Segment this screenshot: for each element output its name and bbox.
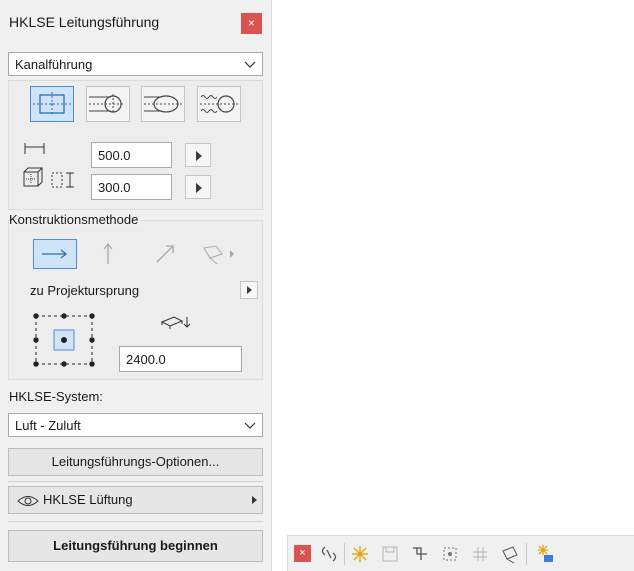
width-field[interactable]: 500.0	[91, 142, 172, 168]
width-options-button[interactable]	[185, 143, 211, 167]
chevron-down-icon	[244, 422, 256, 429]
begin-routing-button[interactable]: Leitungsführung beginnen	[8, 530, 263, 562]
routing-toolbar: ×	[287, 535, 634, 571]
height-field[interactable]: 300.0	[91, 174, 172, 200]
link-icon[interactable]	[319, 544, 339, 564]
close-button[interactable]: ×	[241, 13, 262, 34]
reference-label: zu Projektursprung	[30, 283, 140, 298]
routing-options-button[interactable]: Leitungsführungs-Optionen...	[8, 448, 263, 476]
width-dimension-icon	[24, 143, 45, 154]
elevation-field[interactable]: 2400.0	[119, 346, 242, 372]
eye-icon	[17, 496, 39, 506]
construction-method-heading: Konstruktionsmethode	[9, 212, 142, 227]
routing-mode-value: Kanalführung	[15, 57, 93, 72]
system-value: Luft - Zuluft	[15, 418, 81, 433]
flexible-duct-button[interactable]	[197, 86, 241, 122]
round-duct-icon	[89, 94, 125, 114]
save-icon[interactable]	[380, 544, 400, 564]
layer-label: HKLSE Lüftung	[43, 492, 133, 507]
oval-duct-icon	[144, 95, 182, 113]
horizontal-method-button[interactable]	[33, 239, 77, 269]
arrow-right-icon	[42, 249, 68, 259]
routing-palette: HKLSE Leitungsführung × Kanalführung 500…	[0, 0, 272, 571]
palette-title: HKLSE Leitungsführung	[9, 14, 160, 30]
magic-wand-icon[interactable]	[350, 544, 370, 564]
rectangular-duct-icon	[33, 92, 71, 116]
flexible-duct-icon	[200, 95, 238, 113]
arrow-up-icon[interactable]	[96, 240, 120, 268]
palette-titlebar[interactable]: HKLSE Leitungsführung ×	[0, 0, 271, 44]
system-label: HKLSE-System:	[9, 389, 103, 404]
select-frame-icon[interactable]	[440, 544, 460, 564]
oval-duct-button[interactable]	[141, 86, 185, 122]
toolbar-separator	[526, 543, 527, 565]
anchor-point-grid[interactable]	[30, 310, 100, 370]
arrow-diagonal-icon[interactable]	[151, 240, 179, 268]
play-arrow-icon	[247, 286, 252, 294]
system-select[interactable]: Luft - Zuluft	[8, 413, 263, 437]
divider	[8, 481, 263, 482]
auto-route-icon[interactable]	[535, 544, 555, 564]
chevron-down-icon	[244, 61, 256, 68]
branch-duct-icon[interactable]	[470, 544, 490, 564]
duct-section-icon	[23, 167, 44, 187]
round-duct-button[interactable]	[86, 86, 130, 122]
play-arrow-icon	[196, 151, 202, 161]
elevation-icon	[160, 316, 191, 329]
slope-method-icon[interactable]	[199, 240, 239, 268]
rectangular-duct-button[interactable]	[30, 86, 74, 122]
play-arrow-icon	[252, 496, 257, 504]
connect-elements-icon[interactable]	[410, 544, 430, 564]
reference-options-button[interactable]	[240, 281, 258, 299]
routing-mode-select[interactable]: Kanalführung	[8, 52, 263, 76]
slope-tool-icon[interactable]	[500, 544, 520, 564]
divider	[8, 521, 263, 522]
toolbar-separator	[344, 543, 345, 565]
toolbar-close-button[interactable]: ×	[294, 545, 311, 562]
layer-button[interactable]: HKLSE Lüftung	[8, 486, 263, 514]
height-options-button[interactable]	[185, 175, 211, 199]
height-dimension-icon	[51, 172, 74, 188]
play-arrow-icon	[196, 183, 202, 193]
